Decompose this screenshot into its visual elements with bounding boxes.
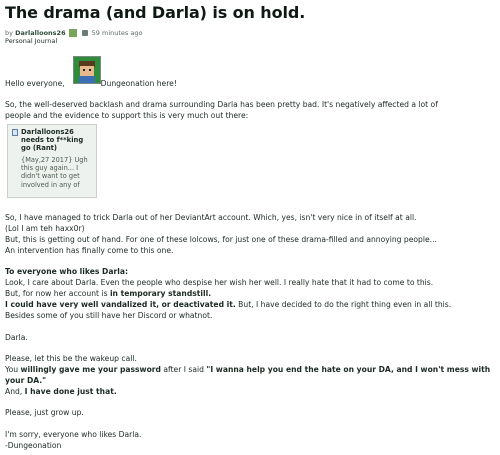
byline-prefix: by bbox=[5, 29, 13, 37]
dungeonation-avatar[interactable] bbox=[73, 56, 101, 84]
paragraph-line: I'm sorry, everyone who likes Darla. bbox=[5, 430, 142, 439]
bold-run: I have done just that. bbox=[24, 387, 117, 396]
paragraph-line: So, I have managed to trick Darla out of… bbox=[5, 213, 417, 222]
card-title[interactable]: Darlalloons26 needs to f**king go (Rant) bbox=[21, 128, 95, 152]
text-run: But, I have decided to do the right thin… bbox=[235, 300, 452, 309]
text-run: And, bbox=[5, 387, 25, 396]
paragraph-line: (Lol I am teh haxx0r) bbox=[5, 224, 85, 233]
bold-run: "I wanna help you end the hate on your D… bbox=[206, 365, 491, 374]
signature: -Dungeonation bbox=[5, 441, 62, 450]
card-excerpt: {May,27 2017} Ugh this guy again... I di… bbox=[21, 156, 88, 189]
bold-run: your DA." bbox=[5, 376, 47, 385]
greeting-after: Dungeonation here! bbox=[100, 79, 177, 88]
paragraph-line: So, the well-deserved backlash and drama… bbox=[5, 100, 438, 109]
paragraph-line: You willingly gave me your password afte… bbox=[5, 364, 490, 375]
greeting-before: Hello everyone, bbox=[5, 79, 65, 88]
paragraph-line: Besides some of you still have her Disco… bbox=[5, 311, 213, 320]
bold-run: willingly gave me your password bbox=[20, 365, 161, 374]
paragraph-line: And, I have done just that. bbox=[5, 386, 117, 397]
bold-run: I could have very well vandalized it, or… bbox=[5, 300, 236, 309]
paragraph-line: But, this is getting out of hand. For on… bbox=[5, 235, 437, 244]
paragraph-line: your DA." bbox=[5, 375, 46, 386]
paragraph-line: people and the evidence to support this … bbox=[5, 111, 249, 120]
author-avatar-icon[interactable] bbox=[68, 29, 77, 37]
paragraph-line: Please, just grow up. bbox=[5, 408, 84, 417]
byline: by Darlalloons26 59 minutes ago bbox=[5, 29, 142, 37]
post-title: The drama (and Darla) is on hold. bbox=[5, 3, 306, 22]
journal-type: Personal Journal bbox=[5, 37, 58, 45]
paragraph-line: But, for now her account is in temporary… bbox=[5, 288, 211, 299]
paragraph-line: An intervention has finally come to this… bbox=[5, 246, 174, 255]
paragraph-line: Look, I care about Darla. Even the peopl… bbox=[5, 278, 434, 287]
deviant-symbol-icon bbox=[81, 30, 88, 36]
paragraph-line: I could have very well vandalized it, or… bbox=[5, 299, 451, 310]
text-run: You bbox=[5, 365, 21, 374]
text-run: But, for now her account is bbox=[5, 289, 110, 298]
paragraph-heading: To everyone who likes Darla: bbox=[5, 267, 128, 276]
bold-run: in temporary standstill. bbox=[109, 289, 212, 298]
text-run: after I said bbox=[160, 365, 207, 374]
journal-page: The drama (and Darla) is on hold. by Dar… bbox=[0, 0, 500, 455]
journal-document-icon bbox=[12, 129, 18, 136]
paragraph-line: Darla. bbox=[5, 333, 28, 342]
linked-journal-card[interactable]: Darlalloons26 needs to f**king go (Rant)… bbox=[7, 124, 97, 198]
post-time: 59 minutes ago bbox=[91, 29, 143, 37]
author-link[interactable]: Darlalloons26 bbox=[15, 29, 66, 37]
paragraph-line: Please, let this be the wakeup call. bbox=[5, 354, 137, 363]
